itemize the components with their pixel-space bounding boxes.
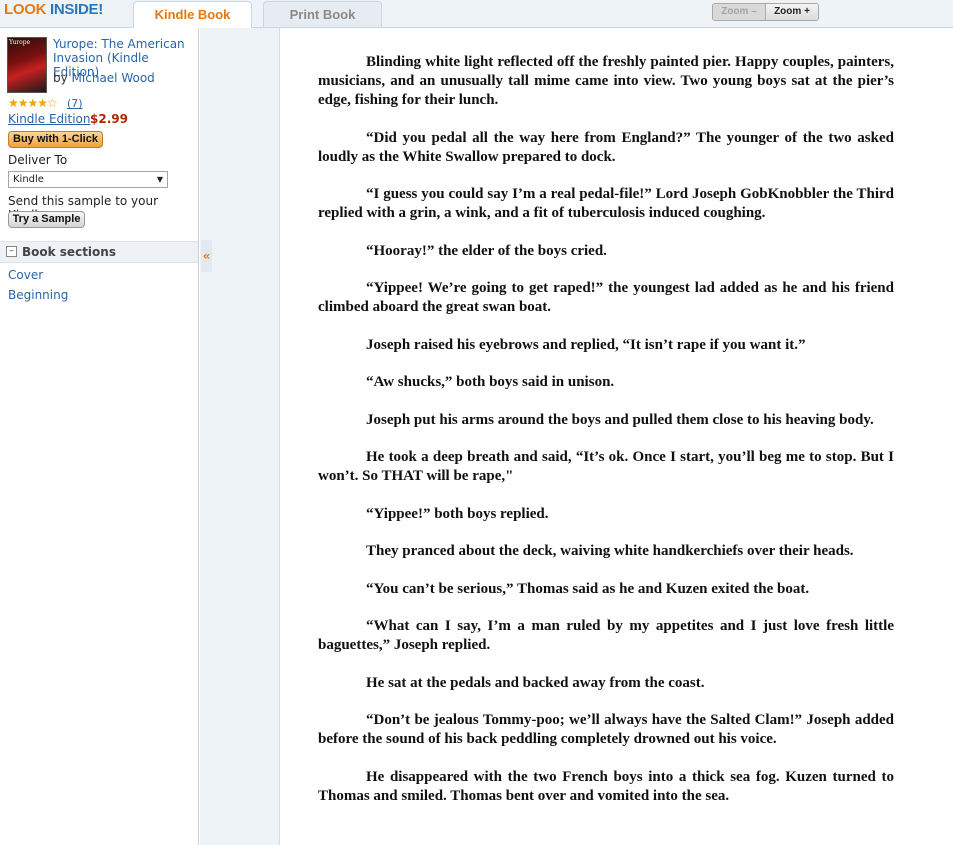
zoom-control: Zoom – Zoom + (712, 3, 819, 21)
zoom-out-button[interactable]: Zoom – (713, 4, 766, 20)
sidebar: Yurope Yurope: The American Invasion (Ki… (0, 28, 199, 845)
book-sections-title: Book sections (22, 245, 116, 259)
paragraph: Joseph put his arms around the boys and … (366, 411, 874, 428)
paragraph: “Don’t be jealous Tommy-poo; we’ll alway… (318, 712, 894, 747)
top-bar: LOOK INSIDE! Kindle Book Print Book Zoom… (0, 0, 953, 29)
section-link-cover[interactable]: Cover (8, 268, 43, 282)
book-sections-header[interactable]: – Book sections (0, 241, 198, 263)
paragraph: “Yippee! We’re going to get raped!” the … (318, 280, 894, 315)
try-sample-button[interactable]: Try a Sample (8, 211, 85, 228)
edition-link[interactable]: Kindle Edition (8, 112, 90, 126)
deliver-to-select[interactable]: Kindle ▼ (8, 171, 168, 188)
collapse-minus-icon[interactable]: – (6, 246, 17, 257)
paragraph: “What can I say, I’m a man ruled by my a… (318, 618, 894, 653)
book-cover-thumbnail[interactable]: Yurope (7, 37, 47, 93)
paragraph: Joseph raised his eyebrows and replied, … (366, 336, 806, 353)
logo-look-text: LOOK (4, 1, 47, 18)
paragraph: “Aw shucks,” both boys said in unison. (366, 374, 615, 390)
look-inside-logo: LOOK INSIDE! (4, 1, 103, 18)
logo-inside-text: INSIDE! (50, 1, 103, 18)
paragraph: “Hooray!” the elder of the boys cried. (366, 242, 607, 259)
deliver-to-label: Deliver To (8, 153, 68, 167)
paragraph: He sat at the pedals and backed away fro… (366, 674, 705, 691)
chevron-down-icon: ▼ (156, 175, 163, 184)
double-chevron-left-icon[interactable]: « (201, 240, 212, 272)
book-page: Blinding white light reflected off the f… (279, 28, 953, 845)
author-line: by Michael Wood (53, 71, 155, 85)
paragraph: He disappeared with the two French boys … (318, 768, 894, 804)
tab-kindle-book[interactable]: Kindle Book (133, 1, 252, 29)
zoom-in-button[interactable]: Zoom + (766, 4, 818, 20)
cover-title-text: Yurope (9, 39, 31, 46)
page-text: Blinding white light reflected off the f… (318, 53, 894, 824)
star-rating-icon[interactable]: ★★★★☆ (8, 96, 58, 110)
rating-count-link[interactable]: (7) (67, 97, 83, 110)
paragraph: “I guess you could say I’m a real pedal-… (318, 186, 894, 221)
price: $2.99 (90, 112, 128, 126)
sidebar-collapse-bar[interactable] (200, 28, 213, 845)
by-label: by (53, 71, 68, 85)
section-link-beginning[interactable]: Beginning (8, 288, 68, 302)
author-link[interactable]: Michael Wood (72, 71, 155, 85)
paragraph: “Did you pedal all the way here from Eng… (318, 129, 894, 165)
buy-one-click-button[interactable]: Buy with 1-Click (8, 131, 103, 148)
deliver-to-value: Kindle (13, 174, 44, 185)
tab-print-book[interactable]: Print Book (263, 1, 382, 27)
paragraph: “You can’t be serious,” Thomas said as h… (366, 580, 810, 597)
paragraph: “Yippee!” both boys replied. (366, 505, 549, 522)
paragraph: Blinding white light reflected off the f… (318, 54, 894, 108)
paragraph: They pranced about the deck, waiving whi… (366, 543, 854, 559)
paragraph: He took a deep breath and said, “It’s ok… (318, 449, 894, 484)
